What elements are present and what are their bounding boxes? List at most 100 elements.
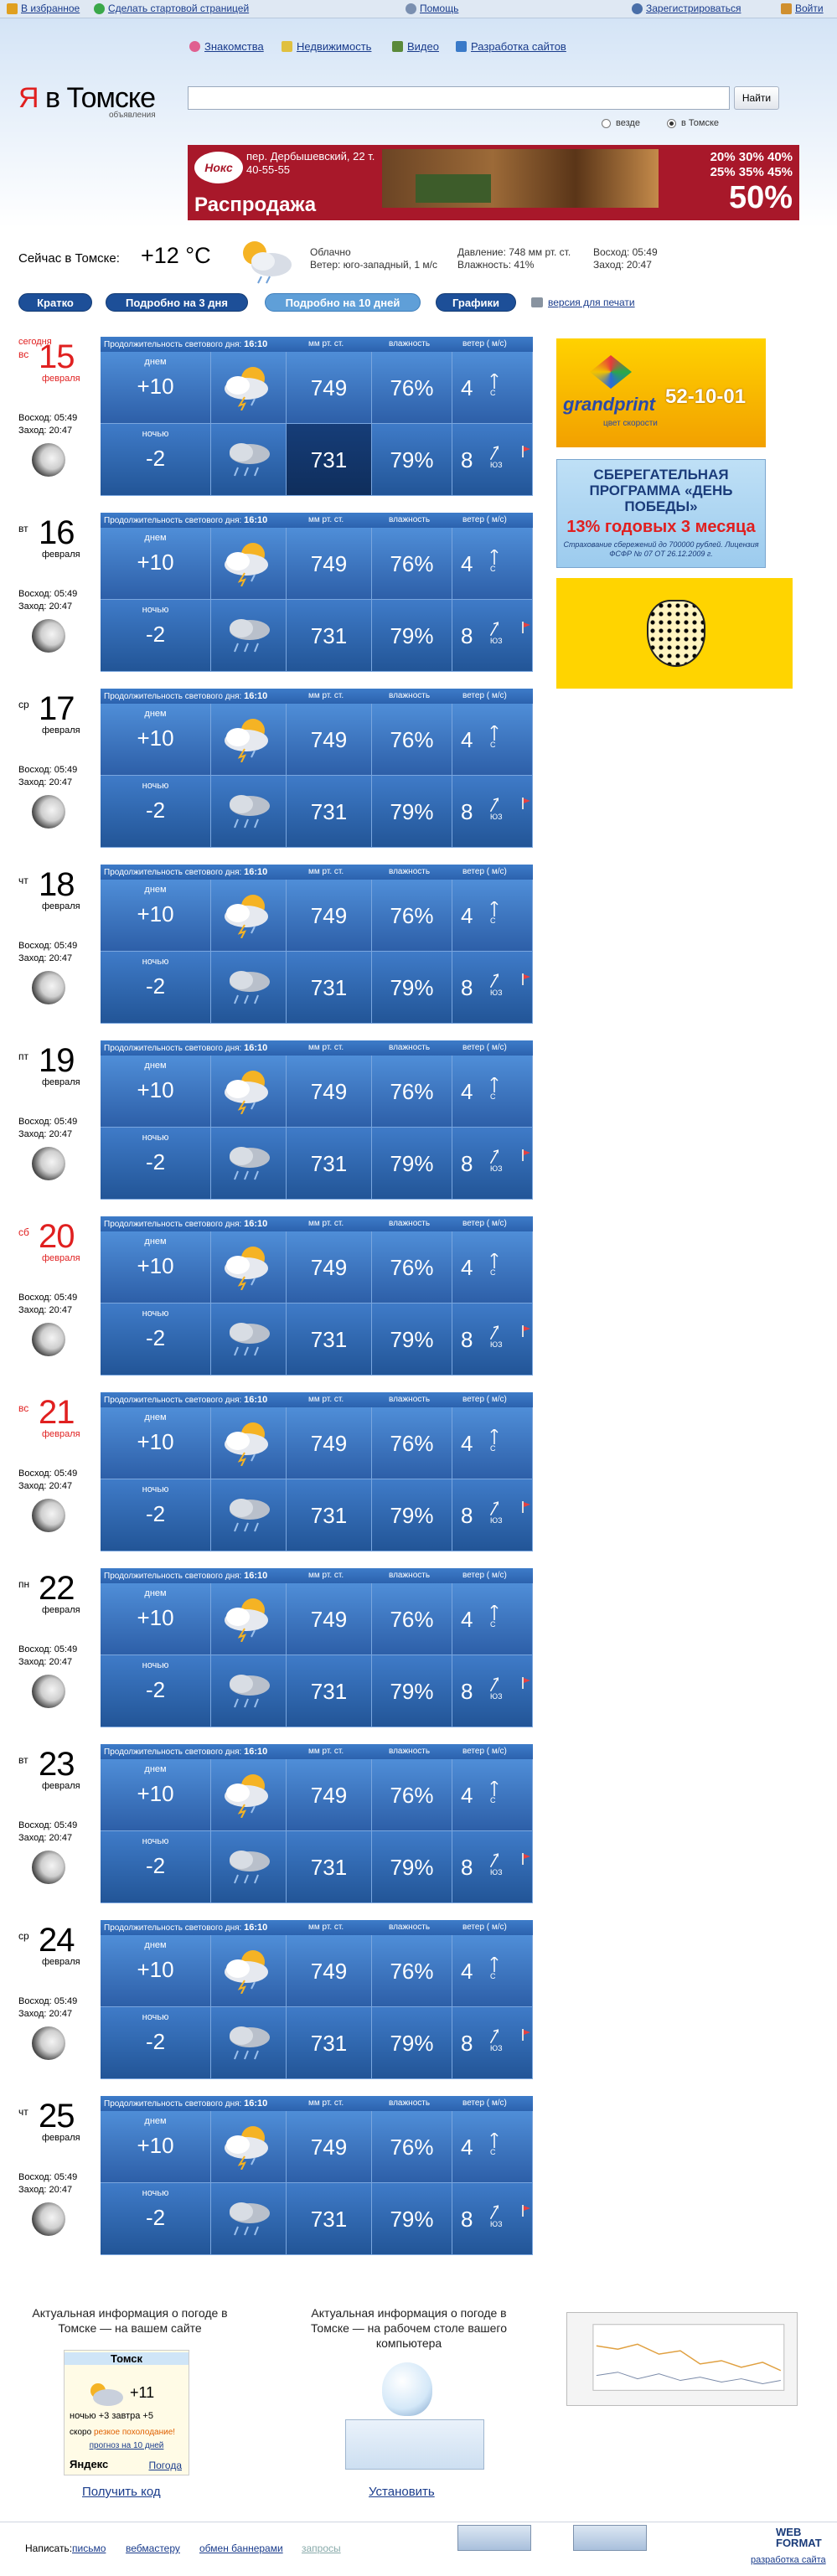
day-humidity-cell: 76% <box>372 352 452 424</box>
day-icon-cell <box>211 1056 287 1128</box>
tab-graphs[interactable]: Графики <box>436 293 516 312</box>
table-header: Продолжительность светового дня: 16:10 мм… <box>101 1216 533 1231</box>
night-temp-cell: ночью -2 <box>101 2007 211 2079</box>
cloud-sun-rain-icon <box>225 1598 268 1642</box>
install-link[interactable]: Установить <box>369 2485 435 2499</box>
sun-times: Восход: 05:49 Заход: 20:47 <box>18 1293 78 1315</box>
furniture-banner[interactable]: Нокс пер. Дербышевский, 22 т. 40-55-55 Р… <box>188 145 799 220</box>
moon-phase-icon <box>32 2202 65 2236</box>
weekday: вс <box>18 348 29 360</box>
footer-webmaster-link[interactable]: вебмастеру <box>126 2542 180 2554</box>
radio-everywhere[interactable]: везде <box>602 118 640 128</box>
forecast-table: Продолжительность светового дня: 16:10 мм… <box>101 1568 533 1727</box>
day-wind-cell: 4С <box>452 2111 533 2183</box>
warning-flag-icon <box>522 2205 530 2217</box>
day-icon-cell <box>211 1231 287 1303</box>
night-temp-cell: ночью -2 <box>101 1479 211 1551</box>
table-header: Продолжительность светового дня: 16:10 мм… <box>101 1392 533 1407</box>
get-code-link[interactable]: Получить код <box>82 2485 161 2499</box>
footer-letter-link[interactable]: письмо <box>72 2542 106 2554</box>
search-input[interactable] <box>188 86 730 110</box>
night-wind-cell: 8 ЮЗ <box>452 952 533 1024</box>
day-temp-cell: днем +10 <box>101 528 211 600</box>
wind-arrow-icon <box>490 901 499 916</box>
footer-banners-link[interactable]: обмен баннерами <box>199 2542 283 2554</box>
register-link[interactable]: Зарегистрироваться <box>632 3 741 14</box>
weekday: сб <box>18 1226 29 1238</box>
widget-10-days-link[interactable]: прогноз на 10 дней <box>65 2441 189 2450</box>
forecast-day: ср 24 февраля Восход: 05:49 Заход: 20:47 Прод… <box>0 1920 545 2079</box>
night-icon-cell <box>211 600 287 672</box>
service-dating[interactable]: Знакомства <box>189 40 264 53</box>
widget-weather-link[interactable]: Погода <box>149 2460 183 2471</box>
cloud-sun-rain-icon <box>225 543 268 586</box>
day-temp-cell: днем +10 <box>101 880 211 952</box>
night-icon-cell <box>211 1303 287 1376</box>
night-icon-cell <box>211 1655 287 1727</box>
forecast-table: Продолжительность светового дня: 16:10 мм… <box>101 337 533 496</box>
sun-times: Восход: 05:49 Заход: 20:47 <box>18 941 78 963</box>
night-pressure-cell: 731 <box>287 2183 372 2255</box>
savings-ad[interactable]: СБЕРЕГАТЕЛЬНАЯ ПРОГРАММА «ДЕНЬ ПОБЕДЫ» 1… <box>556 459 766 568</box>
service-websites[interactable]: Разработка сайтов <box>456 40 566 53</box>
moon-phase-icon <box>32 1851 65 1884</box>
forecast-day: пт 19 февраля Восход: 05:49 Заход: 20:47 Прод… <box>0 1040 545 1200</box>
cloud-sun-rain-icon <box>225 719 268 762</box>
grandprint-ad[interactable]: grandprint 52-10-01 цвет скорости <box>556 338 766 447</box>
sun-times: Восход: 05:49 Заход: 20:47 <box>18 1469 78 1491</box>
day-pressure-cell: 749 <box>287 1056 372 1128</box>
night-temp-cell: ночью -2 <box>101 776 211 848</box>
wind-arrow-icon <box>490 446 499 461</box>
sun-times: Восход: 05:49 Заход: 20:47 <box>18 1996 78 2019</box>
warning-flag-icon <box>522 1853 530 1865</box>
tab-3-days[interactable]: Подробно на 3 дня <box>106 293 248 312</box>
radio-in-tomsk[interactable]: в Томске <box>667 118 719 128</box>
tab-brief[interactable]: Кратко <box>18 293 92 312</box>
help-link[interactable]: Помощь <box>406 3 458 14</box>
help-icon <box>406 3 416 14</box>
weekday: чт <box>18 2106 28 2118</box>
tab-10-days[interactable]: Подробно на 10 дней <box>265 293 421 312</box>
cloud-sun-rain-icon <box>225 1950 268 1994</box>
radio-circle[interactable] <box>602 118 611 128</box>
favorites-link[interactable]: В избранное <box>7 3 80 14</box>
footer-requests-link[interactable]: запросы <box>302 2542 341 2554</box>
liveinternet-counter[interactable] <box>457 2525 531 2551</box>
forecast-table: Продолжительность светового дня: 16:10 мм… <box>101 1040 533 1200</box>
leopard-ad[interactable] <box>556 578 793 689</box>
day-humidity-cell: 76% <box>372 1056 452 1128</box>
wind-arrow-icon <box>490 798 499 813</box>
night-pressure-cell: 731 <box>287 1831 372 1903</box>
wind-arrow-icon <box>490 1501 499 1516</box>
print-version-link[interactable]: версия для печати <box>531 297 635 308</box>
webformat-logo[interactable]: WEB FORMAT <box>776 2527 837 2548</box>
radio-circle-checked[interactable] <box>667 118 676 128</box>
grandprint-logo-icon <box>590 355 632 389</box>
day-temp-cell: днем +10 <box>101 1583 211 1655</box>
now-condition: Облачно Ветер: юго-западный, 1 м/с <box>310 246 438 271</box>
rating-counter[interactable] <box>573 2525 647 2551</box>
weekday: ср <box>18 1930 29 1942</box>
forecast-table: Продолжительность светового дня: 16:10 мм… <box>101 513 533 672</box>
make-start-link[interactable]: Сделать стартовой страницей <box>94 3 249 14</box>
service-realty[interactable]: Недвижимость <box>282 40 371 53</box>
day-humidity-cell: 76% <box>372 1935 452 2007</box>
sun-times: Восход: 05:49 Заход: 20:47 <box>18 1117 78 1139</box>
day-humidity-cell: 76% <box>372 880 452 952</box>
wind-arrow-icon <box>490 725 499 741</box>
dev-link[interactable]: разработка сайта <box>751 2555 826 2565</box>
login-link[interactable]: Войти <box>781 3 824 14</box>
graph-preview[interactable] <box>566 2312 798 2406</box>
warning-flag-icon <box>522 1149 530 1161</box>
day-icon-cell <box>211 2111 287 2183</box>
day-pressure-cell: 749 <box>287 1935 372 2007</box>
day-temp-cell: днем +10 <box>101 1231 211 1303</box>
service-video[interactable]: Видео <box>392 40 439 53</box>
wind-arrow-icon <box>490 1957 499 1972</box>
footer: Написать: письмо вебмастеру обмен баннер… <box>0 2522 837 2576</box>
day-number: 15 <box>39 338 75 375</box>
night-humidity-cell: 79% <box>372 1128 452 1200</box>
day-temp-cell: днем +10 <box>101 1759 211 1831</box>
month: февраля <box>42 1253 80 1263</box>
search-button[interactable]: Найти <box>734 86 779 110</box>
